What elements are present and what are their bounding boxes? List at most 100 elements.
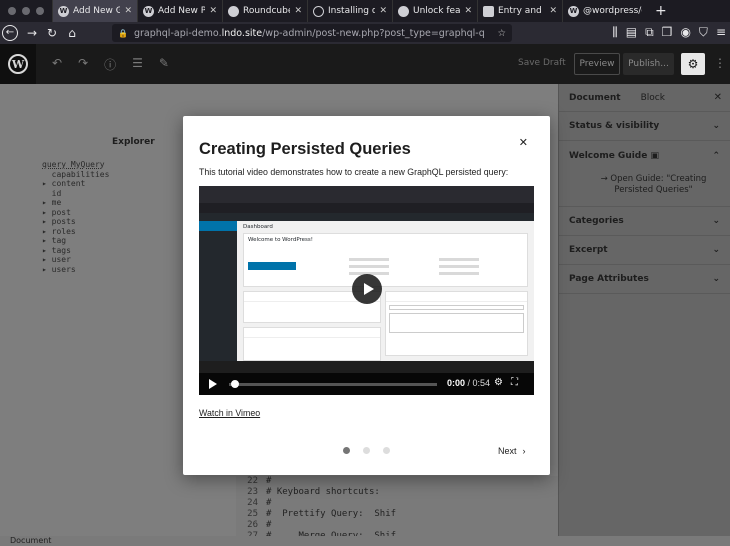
more-menu-icon[interactable]: ⋮ bbox=[714, 56, 726, 70]
publish-button[interactable]: Publish... bbox=[623, 53, 674, 75]
field-posts[interactable]: ▸ posts bbox=[42, 217, 109, 227]
modal-description: This tutorial video demonstrates how to … bbox=[199, 167, 509, 177]
panel-categories[interactable]: Categories ⌄ bbox=[559, 207, 730, 236]
query-name[interactable]: query MyQuery bbox=[42, 160, 109, 170]
page-dot[interactable] bbox=[343, 447, 350, 454]
list-view-icon[interactable]: ☰ bbox=[132, 56, 143, 73]
video-text-line bbox=[349, 265, 389, 268]
library-icon[interactable]: ⫼ bbox=[612, 25, 618, 40]
minimize-window-button[interactable] bbox=[22, 7, 30, 15]
panel-title: Status & visibility bbox=[569, 121, 660, 131]
panel-page-attributes[interactable]: Page Attributes ⌄ bbox=[559, 265, 730, 294]
close-tab-icon[interactable]: ✕ bbox=[124, 6, 132, 16]
tab-label: @wordpress/co bbox=[583, 6, 642, 16]
browser-tab-strip: WAdd New Graph✕ WAdd New Post✕ Roundcube… bbox=[0, 0, 730, 22]
video-text-line bbox=[349, 258, 389, 261]
wordpress-logo[interactable]: W bbox=[0, 44, 36, 84]
video-progress-bar[interactable] bbox=[229, 383, 437, 386]
editor-header: W ↶ ↷ ⓘ ☰ ✎ Save Draft Preview Publish..… bbox=[0, 44, 730, 84]
browser-tab[interactable]: W Add New Post✕ bbox=[137, 0, 222, 22]
video-progress-handle[interactable] bbox=[231, 380, 239, 388]
browser-tab[interactable]: W Add New Graph ✕ bbox=[52, 0, 137, 22]
close-tab-icon[interactable]: ✕ bbox=[379, 6, 387, 16]
sidebar-icon[interactable]: ▤ bbox=[626, 25, 637, 40]
wordpress-icon: W bbox=[58, 5, 69, 17]
lock-icon: 🔒 bbox=[118, 28, 128, 38]
redo-icon[interactable]: ↷ bbox=[78, 56, 88, 73]
video-time: 0:00 / 0:54 bbox=[447, 378, 491, 388]
code-line: 22 # bbox=[236, 476, 558, 487]
url-prefix: graphql-api-demo. bbox=[133, 27, 222, 39]
browser-tab[interactable]: Entry and Cont ✕ bbox=[477, 0, 562, 22]
field-tags[interactable]: ▸ tags bbox=[42, 246, 109, 256]
watch-in-vimeo-link[interactable]: Watch in Vimeo bbox=[199, 408, 260, 418]
bookmark-star-icon[interactable]: ☆ bbox=[497, 28, 506, 39]
pencil-icon[interactable]: ✎ bbox=[159, 56, 169, 73]
settings-gear-icon[interactable]: ⚙ bbox=[681, 53, 705, 75]
back-icon[interactable]: ← bbox=[2, 25, 18, 41]
forward-icon[interactable]: → bbox=[22, 26, 42, 40]
page-dot[interactable] bbox=[363, 447, 370, 454]
close-tab-icon[interactable]: ✕ bbox=[209, 6, 217, 16]
field-me[interactable]: ▸ me bbox=[42, 198, 109, 208]
tab-block[interactable]: Block bbox=[641, 93, 665, 103]
wordpress-icon: W bbox=[8, 54, 28, 74]
video-menu-item bbox=[199, 288, 237, 298]
panel-status-visibility[interactable]: Status & visibility ⌄ bbox=[559, 112, 730, 141]
preview-button[interactable]: Preview bbox=[574, 53, 620, 75]
settings-icon[interactable]: ⚙ bbox=[494, 377, 503, 388]
browser-tools: ⫼ ▤ ⧉ ❒ ◉ ⛉ ≡ bbox=[612, 25, 726, 40]
browser-tab[interactable]: Unlock feature✕ bbox=[392, 0, 477, 22]
extension-icon[interactable]: ⧉ bbox=[645, 25, 654, 40]
next-label: Next bbox=[498, 446, 517, 456]
save-draft-button[interactable]: Save Draft bbox=[518, 58, 566, 68]
video-wp-adminbar bbox=[199, 213, 534, 221]
panel-title: Categories bbox=[569, 216, 624, 226]
field-users[interactable]: ▸ users bbox=[42, 265, 109, 275]
panel-welcome-guide[interactable]: Welcome Guide ▣ ⌃ bbox=[559, 141, 730, 170]
open-guide-link[interactable]: → Open Guide: "Creating Persisted Querie… bbox=[559, 170, 730, 207]
video-player[interactable]: Dashboard Welcome to WordPress! 0:00 / 0… bbox=[199, 186, 534, 395]
close-tab-icon[interactable]: ✕ bbox=[294, 6, 302, 16]
browser-tab[interactable]: W @wordpress/co bbox=[562, 0, 647, 22]
close-window-button[interactable] bbox=[8, 7, 16, 15]
video-menu-item bbox=[199, 250, 237, 260]
fullscreen-icon[interactable]: ⛶ bbox=[511, 377, 518, 388]
field-user[interactable]: ▸ user bbox=[42, 255, 109, 265]
account-icon[interactable]: ◉ bbox=[680, 25, 690, 40]
next-button[interactable]: Next › bbox=[498, 446, 526, 456]
new-tab-button[interactable]: + bbox=[647, 3, 675, 19]
field-tag[interactable]: ▸ tag bbox=[42, 236, 109, 246]
code-line: 23 # Keyboard shortcuts: bbox=[236, 487, 558, 498]
window-controls bbox=[0, 7, 52, 15]
close-icon[interactable]: ✕ bbox=[714, 92, 722, 103]
undo-icon[interactable]: ↶ bbox=[52, 56, 62, 73]
info-icon[interactable]: ⓘ bbox=[104, 56, 116, 73]
browser-tab[interactable]: Installing on W ✕ bbox=[307, 0, 392, 22]
field-post[interactable]: ▸ post bbox=[42, 208, 109, 218]
shield-icon[interactable]: ⛉ bbox=[699, 25, 708, 40]
close-tab-icon[interactable]: ✕ bbox=[464, 6, 472, 16]
maximize-window-button[interactable] bbox=[36, 7, 44, 15]
panel-excerpt[interactable]: Excerpt ⌄ bbox=[559, 236, 730, 265]
field-content[interactable]: ▸ content bbox=[42, 179, 109, 189]
browser-tab[interactable]: Roundcube We✕ bbox=[222, 0, 307, 22]
line-number: 23 bbox=[247, 487, 258, 497]
field-capabilities[interactable]: capabilities bbox=[42, 170, 110, 180]
home-icon[interactable]: ⌂ bbox=[62, 26, 82, 40]
code-text: # bbox=[266, 498, 272, 508]
field-id[interactable]: id bbox=[42, 189, 109, 199]
close-tab-icon[interactable]: ✕ bbox=[549, 6, 557, 16]
play-button[interactable] bbox=[352, 274, 382, 304]
menu-icon[interactable]: ≡ bbox=[716, 25, 726, 40]
close-icon[interactable]: ✕ bbox=[519, 136, 528, 149]
page-dot[interactable] bbox=[383, 447, 390, 454]
url-bar[interactable]: 🔒 graphql-api-demo.lndo.site/wp-admin/po… bbox=[112, 24, 512, 42]
field-roles[interactable]: ▸ roles bbox=[42, 227, 109, 237]
query-editor[interactable]: 22 #23 # Keyboard shortcuts: 24 #25 # Prettif… bbox=[236, 476, 558, 541]
tab-document[interactable]: Document bbox=[569, 93, 621, 103]
play-icon[interactable] bbox=[209, 379, 217, 389]
reader-icon[interactable]: ❒ bbox=[662, 25, 673, 40]
github-icon bbox=[398, 5, 409, 17]
reload-icon[interactable]: ↻ bbox=[42, 26, 62, 40]
